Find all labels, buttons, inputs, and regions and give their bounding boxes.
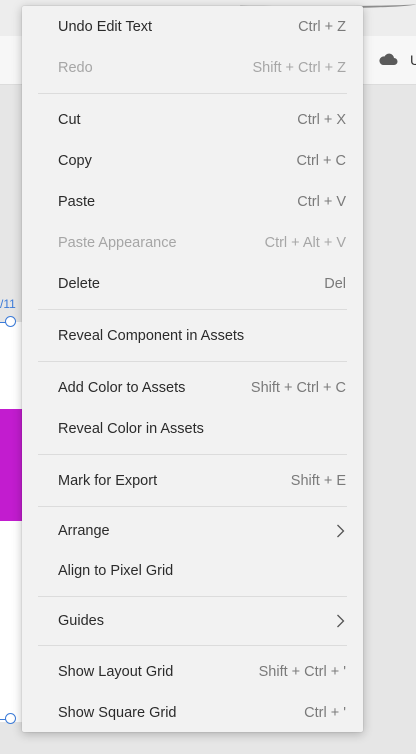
menu-item-label: Guides [58, 613, 104, 629]
menu-item-delete[interactable]: Delete Del [22, 265, 363, 303]
menu-item-label: Arrange [58, 523, 110, 539]
context-menu: Undo Edit Text Ctrl + Z Redo Shift + Ctr… [22, 6, 363, 732]
menu-item-label: Reveal Component in Assets [58, 328, 245, 344]
menu-item-shortcut: Shift + Ctrl + ' [258, 664, 346, 680]
menu-item-shortcut: Ctrl + Z [298, 19, 346, 35]
menu-item-label: Cut [58, 112, 81, 128]
menu-item-shortcut: Del [324, 276, 346, 292]
chevron-right-icon [337, 614, 345, 628]
menu-item-reveal-color[interactable]: Reveal Color in Assets [22, 410, 363, 448]
menu-item-arrange[interactable]: Arrange [22, 512, 363, 550]
menu-item-shortcut: Ctrl + C [296, 153, 346, 169]
menu-separator [38, 93, 347, 94]
menu-item-copy[interactable]: Copy Ctrl + C [22, 142, 363, 180]
menu-item-label: Align to Pixel Grid [58, 563, 174, 579]
menu-item-undo[interactable]: Undo Edit Text Ctrl + Z [22, 8, 363, 46]
menu-item-redo[interactable]: Redo Shift + Ctrl + Z [22, 49, 363, 87]
menu-item-label: Reveal Color in Assets [58, 421, 204, 437]
menu-item-shortcut: Shift + E [290, 473, 346, 489]
menu-separator [38, 596, 347, 597]
selected-shape[interactable] [0, 409, 24, 521]
menu-item-shortcut: Ctrl + V [297, 194, 346, 210]
menu-item-show-layout-grid[interactable]: Show Layout Grid Shift + Ctrl + ' [22, 653, 363, 691]
chevron-right-icon [337, 524, 345, 538]
menu-item-paste[interactable]: Paste Ctrl + V [22, 183, 363, 221]
menu-separator [38, 361, 347, 362]
menu-item-cut[interactable]: Cut Ctrl + X [22, 101, 363, 139]
artboard[interactable] [0, 322, 24, 722]
menu-item-label: Mark for Export [58, 473, 158, 489]
menu-item-shortcut: Ctrl + ' [304, 705, 346, 721]
menu-item-label: Copy [58, 153, 92, 169]
menu-item-label: Delete [58, 276, 100, 292]
menu-item-label: Paste [58, 194, 96, 210]
menu-item-reveal-component[interactable]: Reveal Component in Assets [22, 317, 363, 355]
menu-item-shortcut: Shift + Ctrl + C [250, 380, 346, 396]
user-label[interactable]: U [410, 52, 416, 68]
menu-item-label: Show Square Grid [58, 705, 177, 721]
menu-item-shortcut: Ctrl + Alt + V [264, 235, 346, 251]
artboard-label: /11 [0, 297, 16, 311]
menu-item-shortcut: Shift + Ctrl + Z [252, 60, 346, 76]
menu-item-paste-appearance[interactable]: Paste Appearance Ctrl + Alt + V [22, 224, 363, 262]
menu-item-label: Add Color to Assets [58, 380, 186, 396]
cloud-icon[interactable] [378, 52, 398, 66]
selection-handle[interactable] [5, 316, 16, 327]
menu-item-align-pixel-grid[interactable]: Align to Pixel Grid [22, 552, 363, 590]
menu-item-add-color[interactable]: Add Color to Assets Shift + Ctrl + C [22, 369, 363, 407]
menu-separator [38, 645, 347, 646]
menu-separator [38, 506, 347, 507]
menu-separator [38, 309, 347, 310]
menu-item-label: Redo [58, 60, 93, 76]
menu-item-label: Undo Edit Text [58, 19, 153, 35]
menu-item-shortcut: Ctrl + X [297, 112, 346, 128]
selection-handle[interactable] [5, 713, 16, 724]
menu-item-guides[interactable]: Guides [22, 602, 363, 640]
menu-separator [38, 454, 347, 455]
menu-item-show-square-grid[interactable]: Show Square Grid Ctrl + ' [22, 694, 363, 732]
menu-item-mark-export[interactable]: Mark for Export Shift + E [22, 462, 363, 500]
menu-item-label: Paste Appearance [58, 235, 177, 251]
menu-item-label: Show Layout Grid [58, 664, 174, 680]
